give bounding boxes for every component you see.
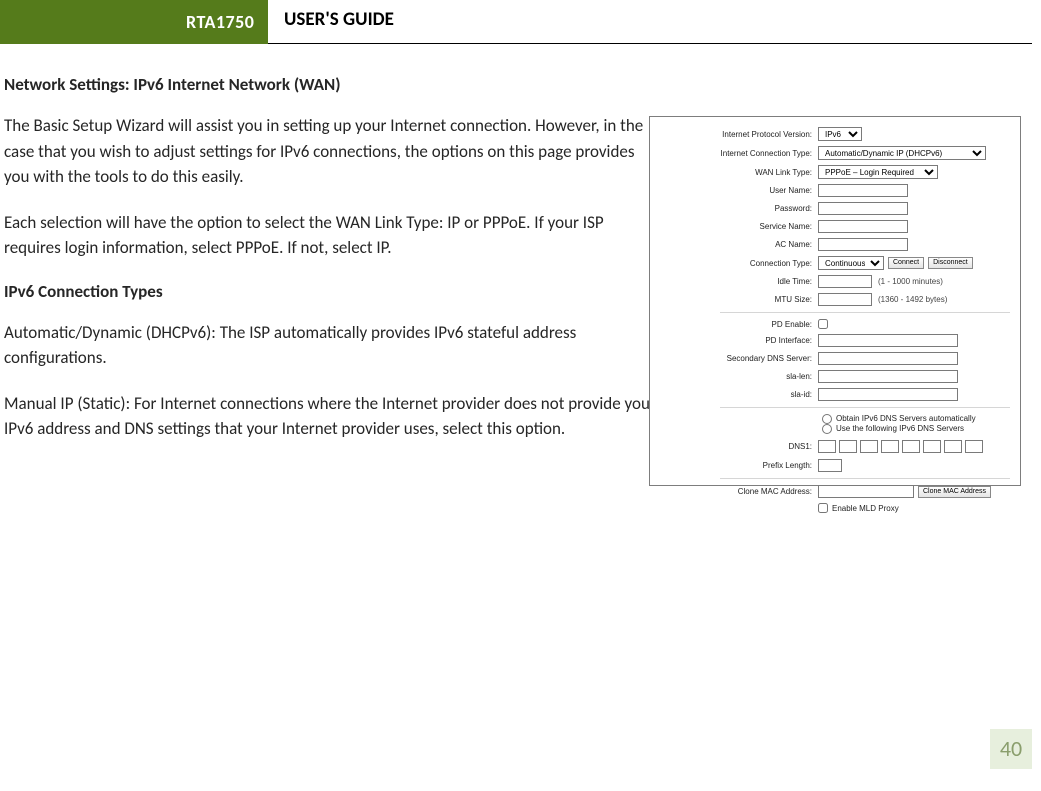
label-wan-link: WAN Link Type: (650, 168, 818, 177)
sla-id-input[interactable] (818, 388, 958, 401)
prefix-len-input[interactable] (818, 459, 842, 472)
label-sla-id: sla-id: (650, 390, 818, 399)
dns-auto-radio[interactable] (822, 414, 832, 424)
separator-1 (720, 312, 1010, 313)
label-idle-time: Idle Time: (650, 277, 818, 286)
label-ip-version: Internet Protocol Version: (650, 130, 818, 139)
dns-auto-label: Obtain IPv6 DNS Servers automatically (836, 414, 976, 423)
connection-type2-select[interactable]: Continuous (818, 256, 884, 270)
dns1-seg-4[interactable] (881, 440, 899, 453)
mtu-input[interactable] (818, 293, 872, 306)
label-connection-type2: Connection Type: (650, 259, 818, 268)
label-clone-mac: Clone MAC Address: (650, 487, 818, 496)
dns1-seg-3[interactable] (860, 440, 878, 453)
label-sla-len: sla-len: (650, 372, 818, 381)
label-prefix-len: Prefix Length: (650, 461, 818, 470)
label-secondary-dns: Secondary DNS Server: (650, 354, 818, 363)
label-mtu: MTU Size: (650, 295, 818, 304)
mld-proxy-label: Enable MLD Proxy (832, 504, 899, 513)
connect-button[interactable]: Connect (888, 257, 924, 269)
dns1-seg-6[interactable] (923, 440, 941, 453)
service-name-input[interactable] (818, 220, 908, 233)
paragraph-1: The Basic Setup Wizard will assist you i… (4, 113, 644, 190)
idle-time-input[interactable] (818, 275, 872, 288)
label-pd-interface: PD Interface: (650, 336, 818, 345)
disconnect-button[interactable]: Disconnect (928, 257, 973, 269)
paragraph-3: Automatic/Dynamic (DHCPv6): The ISP auto… (4, 320, 644, 371)
section-title: Network Settings: IPv6 Internet Network … (4, 74, 1015, 95)
settings-form-screenshot: Internet Protocol Version: IPv6 Internet… (649, 116, 1021, 486)
dns1-seg-7[interactable] (944, 440, 962, 453)
clone-mac-input[interactable] (818, 485, 914, 498)
conn-type-select[interactable]: Automatic/Dynamic IP (DHCPv6) (818, 146, 986, 160)
mtu-hint: (1360 - 1492 bytes) (878, 295, 947, 304)
label-dns1: DNS1: (650, 442, 818, 451)
separator-3 (720, 478, 1010, 479)
label-conn-type: Internet Connection Type: (650, 149, 818, 158)
ac-name-input[interactable] (818, 238, 908, 251)
wan-link-select[interactable]: PPPoE – Login Required (818, 165, 938, 179)
dns1-seg-5[interactable] (902, 440, 920, 453)
idle-hint: (1 - 1000 minutes) (878, 277, 943, 286)
secondary-dns-input[interactable] (818, 352, 958, 365)
product-badge: RTA1750 (172, 8, 268, 36)
label-password: Password: (650, 204, 818, 213)
mld-proxy-checkbox[interactable] (818, 503, 828, 513)
guide-title: USER'S GUIDE (284, 8, 394, 31)
label-pd-enable: PD Enable: (650, 320, 818, 329)
dns-manual-label: Use the following IPv6 DNS Servers (836, 424, 964, 433)
clone-mac-button[interactable]: Clone MAC Address (918, 486, 991, 498)
sla-len-input[interactable] (818, 370, 958, 383)
pd-enable-checkbox[interactable] (818, 319, 828, 329)
dns-manual-radio[interactable] (822, 424, 832, 434)
user-name-input[interactable] (818, 184, 908, 197)
label-user-name: User Name: (650, 186, 818, 195)
dns1-boxes (818, 440, 986, 453)
pd-interface-input[interactable] (818, 334, 958, 347)
page-number: 40 (990, 729, 1032, 769)
doc-header: RTA1750 USER'S GUIDE (0, 0, 1032, 44)
password-input[interactable] (818, 202, 908, 215)
separator-2 (720, 407, 1010, 408)
dns1-seg-1[interactable] (818, 440, 836, 453)
label-service-name: Service Name: (650, 222, 818, 231)
dns1-seg-2[interactable] (839, 440, 857, 453)
label-ac-name: AC Name: (650, 240, 818, 249)
paragraph-2: Each selection will have the option to s… (4, 210, 644, 261)
ip-version-select[interactable]: IPv6 (818, 127, 862, 141)
dns1-seg-8[interactable] (965, 440, 983, 453)
